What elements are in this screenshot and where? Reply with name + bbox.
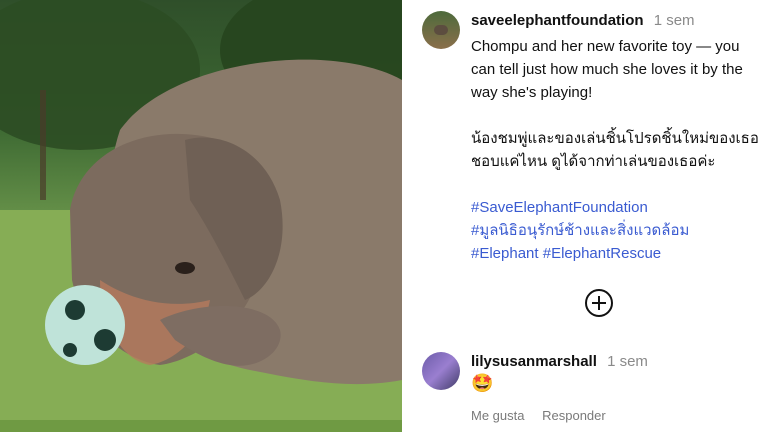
caption-thai: น้องชมพู่และของเล่นชิ้นโปรดชิ้นใหม่ของเธ… <box>471 130 759 170</box>
post-panel: saveelephantfoundation 1 sem Chompu and … <box>402 0 768 432</box>
caption-english: Chompu and her new favorite toy — you ca… <box>471 38 743 101</box>
comment-time[interactable]: 1 sem <box>607 353 648 370</box>
commenter-avatar[interactable] <box>422 352 460 390</box>
avatar-elephant-icon <box>434 25 448 35</box>
hashtag-list: #SaveElephantFoundation #มูลนิธิอนุรักษ์… <box>471 196 766 265</box>
instagram-post-view: saveelephantfoundation 1 sem Chompu and … <box>0 0 768 432</box>
comment-actions: Me gusta Responder <box>471 408 620 423</box>
comment-like-button[interactable]: Me gusta <box>471 408 524 423</box>
post-username-link[interactable]: saveelephantfoundation <box>471 12 644 29</box>
comment-reply-button[interactable]: Responder <box>542 408 606 423</box>
post-media[interactable] <box>0 0 402 432</box>
hashtag-link[interactable]: #SaveElephantFoundation <box>471 196 766 219</box>
hashtag-link[interactable]: #มูลนิธิอนุรักษ์ช้างและสิ่งแวดล้อม <box>471 219 766 242</box>
post-author-avatar[interactable] <box>422 11 460 49</box>
comment-header: lilysusanmarshall 1 sem <box>471 353 648 370</box>
post-caption: Chompu and her new favorite toy — you ca… <box>471 35 766 265</box>
elephant-photo <box>0 0 402 432</box>
hashtag-link[interactable]: #Elephant #ElephantRescue <box>471 242 766 265</box>
comment-text: 🤩 <box>471 373 494 394</box>
post-time[interactable]: 1 sem <box>654 12 695 29</box>
commenter-username-link[interactable]: lilysusanmarshall <box>471 353 597 370</box>
load-more-comments-button[interactable] <box>585 289 613 317</box>
post-header: saveelephantfoundation 1 sem <box>471 12 695 29</box>
